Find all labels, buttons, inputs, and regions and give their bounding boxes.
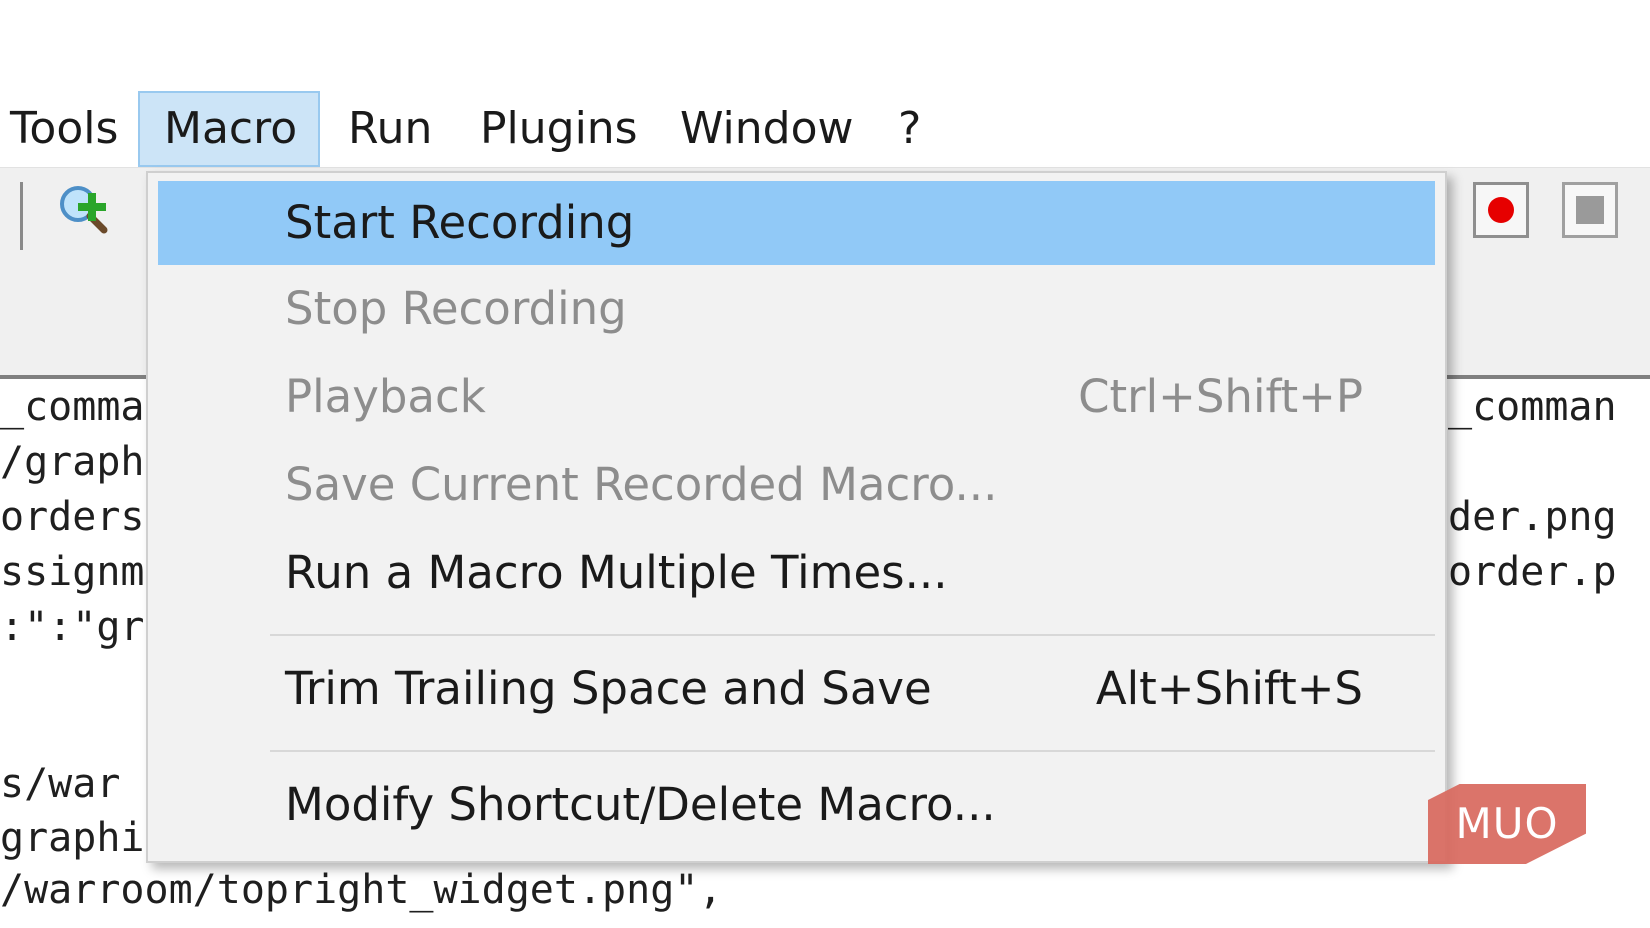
code-line: _comma: [0, 384, 145, 430]
menu-plugins[interactable]: Plugins: [480, 91, 638, 167]
menu-macro[interactable]: Macro: [138, 91, 320, 167]
code-line: _comman: [1448, 384, 1617, 430]
menu-item-label: Modify Shortcut/Delete Macro...: [285, 778, 996, 831]
stop-macro-icon[interactable]: [1562, 182, 1618, 238]
macro-dropdown-menu: Start Recording Stop Recording Playback …: [146, 171, 1447, 863]
menu-item-modify-shortcut-delete-macro[interactable]: Modify Shortcut/Delete Macro...: [158, 761, 1435, 849]
code-line: der.png: [1448, 494, 1617, 540]
menu-item-label: Stop Recording: [285, 282, 627, 335]
menu-item-trim-trailing-save[interactable]: Trim Trailing Space and Save Alt+Shift+S: [158, 645, 1435, 733]
record-macro-icon[interactable]: [1473, 182, 1529, 238]
menu-separator: [270, 634, 1435, 636]
code-line: orders: [0, 494, 145, 540]
menu-tools[interactable]: Tools: [10, 91, 118, 167]
code-line: graphi: [0, 815, 145, 861]
menu-item-label: Playback: [285, 370, 486, 423]
code-line: :":"gr: [0, 604, 145, 650]
menu-window[interactable]: Window: [680, 91, 854, 167]
notepad-plus-plus-window: Tools Macro Run Plugins Window ? _comma …: [0, 0, 1650, 928]
menu-item-run-macro-multiple[interactable]: Run a Macro Multiple Times...: [158, 529, 1435, 617]
menu-item-shortcut: Alt+Shift+S: [1095, 662, 1363, 715]
menu-item-label: Run a Macro Multiple Times...: [285, 546, 948, 599]
toolbar-separator: [20, 182, 23, 250]
menu-item-save-recorded-macro: Save Current Recorded Macro...: [158, 441, 1435, 529]
menu-help[interactable]: ?: [898, 91, 921, 167]
code-line: s/war: [0, 761, 121, 807]
code-line: /warroom/topright_widget.png",: [0, 867, 723, 913]
menu-item-playback: Playback Ctrl+Shift+P: [158, 353, 1435, 441]
menu-item-label: Save Current Recorded Macro...: [285, 458, 998, 511]
menu-item-label: Trim Trailing Space and Save: [285, 662, 932, 715]
menu-separator: [270, 750, 1435, 752]
menu-item-shortcut: Ctrl+Shift+P: [1078, 370, 1363, 423]
menu-item-start-recording[interactable]: Start Recording: [158, 181, 1435, 265]
code-line: /graph: [0, 439, 145, 485]
code-line: ssignm: [0, 549, 145, 595]
menu-run[interactable]: Run: [348, 91, 432, 167]
menu-item-stop-recording: Stop Recording: [158, 265, 1435, 353]
zoom-in-icon[interactable]: [52, 178, 118, 244]
menu-item-label: Start Recording: [285, 196, 635, 249]
code-line: order.p: [1448, 549, 1617, 595]
menu-bar: Tools Macro Run Plugins Window ?: [0, 91, 1650, 167]
